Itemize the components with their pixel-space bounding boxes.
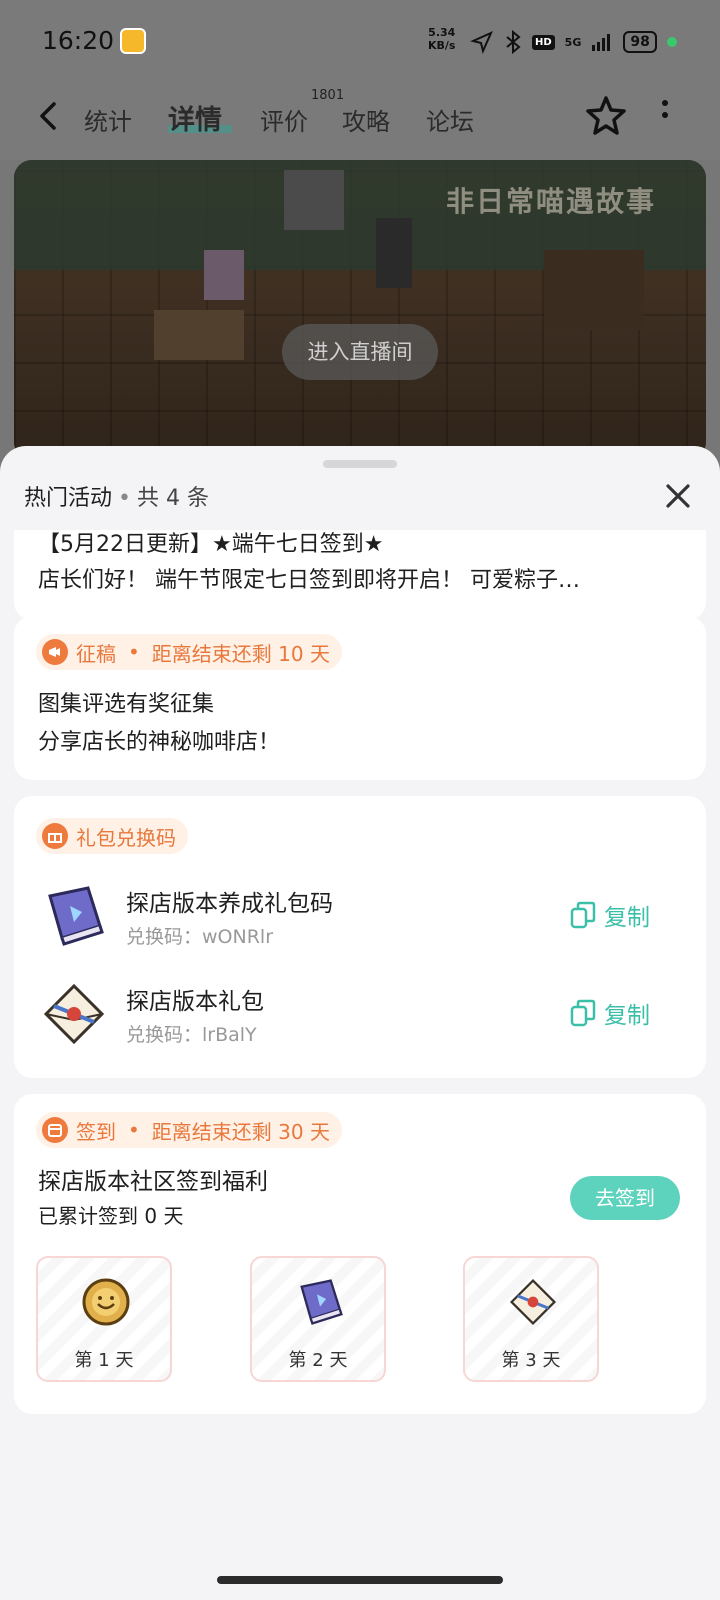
gift-code-row: 探店版本礼包 兑换码：lrBalY 复制 bbox=[14, 978, 706, 1062]
notice-card[interactable]: 【5月22日更新】★端午七日签到★ 店长们好！ 端午节限定七日签到即将开启！ 可… bbox=[14, 530, 706, 620]
contest-tag: 征稿 • 距离结束还剩 10 天 bbox=[36, 634, 342, 670]
favorite-star-icon[interactable] bbox=[584, 94, 628, 138]
app-notification-icon bbox=[120, 28, 146, 54]
hd-badge: HD bbox=[532, 34, 555, 50]
coin-icon bbox=[82, 1278, 130, 1326]
tab-guides[interactable]: 攻略 bbox=[342, 102, 390, 137]
tab-reviews[interactable]: 评价 bbox=[260, 102, 308, 137]
battery-indicator: 98 bbox=[623, 31, 657, 53]
scene-character bbox=[376, 218, 412, 288]
hot-events-sheet: 热门活动 • 共 4 条 【5月22日更新】★端午七日签到★ 店长们好！ 端午节限定… bbox=[0, 446, 720, 1600]
copy-icon bbox=[570, 901, 596, 929]
clock: 16:20 bbox=[42, 26, 115, 55]
gift-code: 兑换码：lrBalY bbox=[126, 1024, 257, 1046]
envelope-icon bbox=[509, 1278, 557, 1326]
checkin-title: 探店版本社区签到福利 bbox=[38, 1169, 268, 1195]
checkin-day-item[interactable]: 第 2 天 bbox=[250, 1256, 386, 1382]
notice-body: 店长们好！ 端午节限定七日签到即将开启！ 可爱粽子… bbox=[38, 568, 580, 593]
contest-subtitle: 分享店长的神秘咖啡店！ bbox=[38, 730, 281, 755]
live-preview-banner[interactable]: 非日常喵遇故事 进入直播间 bbox=[14, 160, 706, 460]
status-icons: HD 5G 98 bbox=[470, 30, 677, 54]
status-bar: 16:20 5.34 KB/s HD 5G 98 bbox=[0, 0, 720, 80]
checkin-progress: 已累计签到 0 天 bbox=[38, 1204, 184, 1228]
network-speed: 5.34 KB/s bbox=[428, 26, 455, 52]
scene-object bbox=[544, 250, 644, 330]
scene-object bbox=[154, 310, 244, 360]
net-speed-value: 5.34 bbox=[428, 26, 456, 39]
checkin-button[interactable]: 去签到 bbox=[570, 1176, 680, 1220]
net-speed-unit: KB/s bbox=[428, 39, 456, 52]
contest-tag-label: 征稿 bbox=[76, 641, 116, 666]
gift-name: 探店版本礼包 bbox=[126, 989, 264, 1015]
tab-forum[interactable]: 论坛 bbox=[426, 102, 474, 137]
copy-button[interactable]: 复制 bbox=[570, 898, 650, 932]
contest-title: 图集评选有奖征集 bbox=[38, 692, 215, 717]
tab-stats[interactable]: 统计 bbox=[84, 102, 132, 137]
game-logo-text: 非日常喵遇故事 bbox=[446, 185, 657, 218]
checkin-remaining: 距离结束还剩 30 天 bbox=[151, 1119, 330, 1144]
day-label: 第 3 天 bbox=[501, 1350, 561, 1371]
tag-separator: • bbox=[128, 640, 140, 664]
gift-code-tag-label: 礼包兑换码 bbox=[76, 825, 176, 850]
drag-handle[interactable] bbox=[323, 460, 397, 468]
enter-live-room-button[interactable]: 进入直播间 bbox=[282, 324, 438, 380]
network-type: 5G bbox=[564, 35, 582, 49]
back-arrow-icon[interactable] bbox=[36, 98, 60, 134]
copy-button-label: 复制 bbox=[604, 1003, 650, 1029]
tab-details[interactable]: 详情 bbox=[168, 98, 222, 137]
checkin-tag-label: 签到 bbox=[76, 1119, 116, 1144]
close-icon[interactable] bbox=[664, 482, 692, 510]
contest-card[interactable]: 征稿 • 距离结束还剩 10 天 图集评选有奖征集 分享店长的神秘咖啡店！ bbox=[14, 616, 706, 780]
top-nav: 统计 详情 评价 1801 攻略 论坛 bbox=[0, 80, 720, 160]
more-menu-icon[interactable] bbox=[662, 100, 668, 124]
gesture-nav-bar[interactable] bbox=[217, 1576, 503, 1584]
scene-object bbox=[284, 170, 344, 230]
gift-code-row: 探店版本养成礼包码 兑换码：wONRlr 复制 bbox=[14, 880, 706, 964]
tag-separator: • bbox=[128, 1118, 140, 1142]
calendar-icon bbox=[42, 1117, 68, 1143]
review-count-badge: 1801 bbox=[311, 88, 345, 103]
event-count: 共 4 条 bbox=[137, 486, 209, 511]
gift-icon bbox=[42, 823, 68, 849]
day-label: 第 1 天 bbox=[74, 1350, 134, 1371]
checkin-day-item[interactable]: 第 3 天 bbox=[463, 1256, 599, 1382]
envelope-icon bbox=[43, 983, 105, 1045]
checkin-day-item[interactable]: 第 1 天 bbox=[36, 1256, 172, 1382]
bluetooth-icon bbox=[506, 30, 521, 54]
gift-name: 探店版本养成礼包码 bbox=[126, 891, 333, 917]
signal-icon bbox=[592, 34, 611, 51]
gift-code: 兑换码：wONRlr bbox=[126, 926, 273, 948]
sheet-title-text: 热门活动 bbox=[24, 486, 113, 511]
copy-button-label: 复制 bbox=[604, 905, 650, 931]
purple-book-icon bbox=[48, 886, 104, 946]
copy-icon bbox=[570, 999, 596, 1027]
day-label: 第 2 天 bbox=[288, 1350, 348, 1371]
notice-title: 【5月22日更新】★端午七日签到★ bbox=[38, 532, 384, 557]
scene-character bbox=[204, 250, 244, 300]
privacy-dot-icon bbox=[666, 37, 677, 47]
contest-remaining: 距离结束还剩 10 天 bbox=[151, 641, 330, 666]
purple-book-icon bbox=[300, 1279, 343, 1325]
gift-code-tag: 礼包兑换码 bbox=[36, 818, 188, 854]
gift-codes-card: 礼包兑换码 探店版本养成礼包码 兑换码：wONRlr 复制 探店版本礼包 兑换码… bbox=[14, 796, 706, 1078]
megaphone-icon bbox=[42, 639, 68, 665]
checkin-tag: 签到 • 距离结束还剩 30 天 bbox=[36, 1112, 342, 1148]
copy-button[interactable]: 复制 bbox=[570, 996, 650, 1030]
checkin-card: 签到 • 距离结束还剩 30 天 探店版本社区签到福利 已累计签到 0 天 去签… bbox=[14, 1094, 706, 1414]
location-icon bbox=[470, 31, 493, 54]
sheet-title: 热门活动 • 共 4 条 bbox=[24, 486, 209, 511]
